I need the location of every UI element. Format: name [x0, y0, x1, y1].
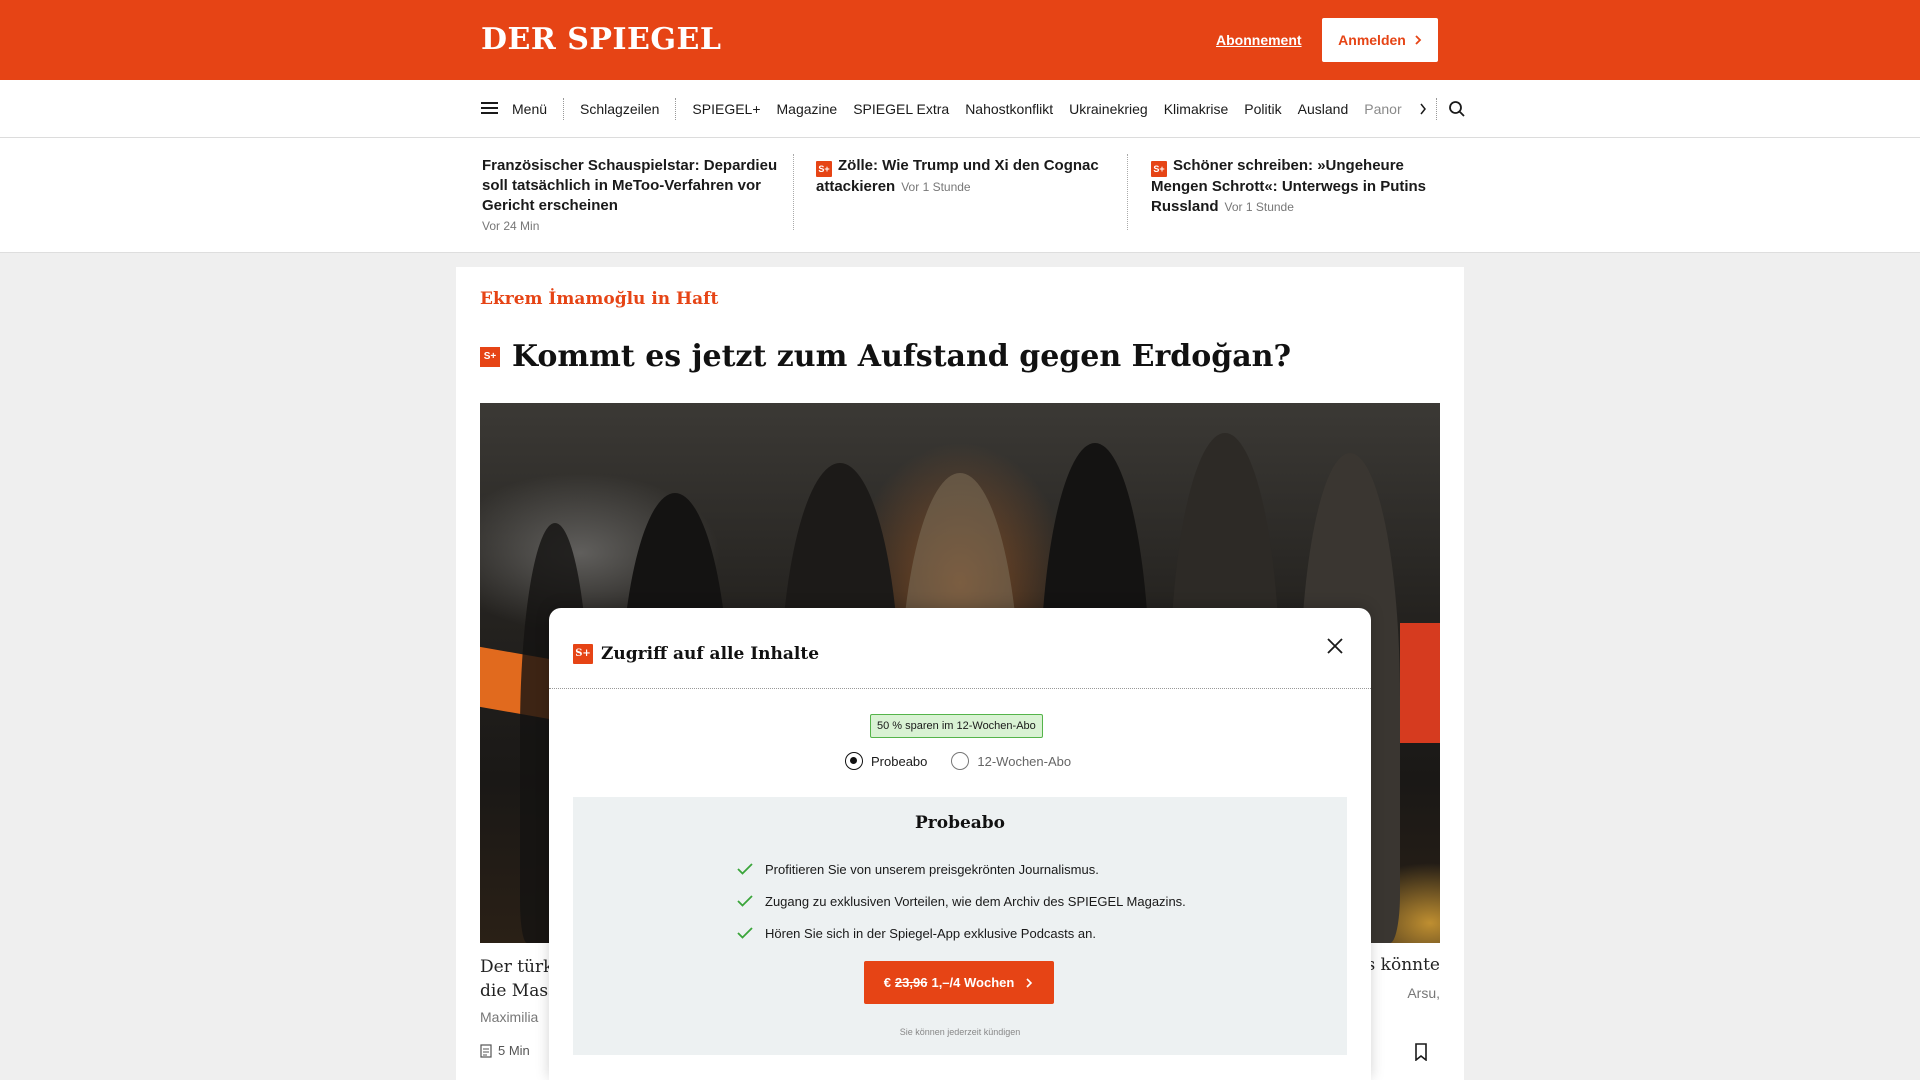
nav-item-nahostkonflikt[interactable]: Nahostkonflikt: [957, 101, 1061, 117]
search-button[interactable]: [1437, 100, 1477, 118]
nav-item-panorama[interactable]: Panor: [1356, 101, 1409, 117]
cancel-note: Sie können jederzeit kündigen: [899, 1027, 1021, 1037]
nav-item-magazine[interactable]: Magazine: [769, 101, 846, 117]
nav-item-schlagzeilen[interactable]: Schlagzeilen: [564, 101, 675, 117]
headline-item[interactable]: S+ Schöner schreiben: »Ungeheure Mengen S…: [1151, 156, 1451, 217]
close-button[interactable]: [1325, 636, 1345, 656]
nav-item-politik[interactable]: Politik: [1236, 101, 1289, 117]
article-author-right: Arsu,: [1407, 985, 1440, 1001]
article-headline-text: Kommt es jetzt zum Aufstand gegen Erdoğa…: [512, 339, 1292, 374]
spiegel-plus-icon: S+: [816, 161, 832, 177]
article-author: Maximilia: [480, 1009, 539, 1025]
radio-12-wochen-abo[interactable]: 12-Wochen-Abo: [951, 752, 1071, 770]
nav-item-ausland[interactable]: Ausland: [1290, 101, 1357, 117]
article-headline[interactable]: S+ Kommt es jetzt zum Aufstand gegen Erd…: [480, 339, 1291, 374]
check-icon: [737, 863, 753, 875]
spiegel-logo[interactable]: DER SPIEGEL: [481, 22, 721, 58]
spiegel-plus-icon: S+: [480, 346, 500, 367]
savings-badge: 50 % sparen im 12-Wochen-Abo: [870, 714, 1043, 738]
login-label: Anmelden: [1338, 32, 1406, 48]
main-nav: Menü Schlagzeilen SPIEGEL+ Magazine SPIE…: [0, 80, 1920, 138]
check-icon: [737, 895, 753, 907]
headline-time: Vor 1 Stunde: [901, 180, 971, 194]
offer-panel: Probeabo Profitieren Sie von unserem pre…: [573, 797, 1347, 1055]
chevron-right-icon: [1420, 103, 1426, 114]
headline-strip: Französischer Schauspielstar: Depardieu …: [0, 138, 1920, 253]
radio-probeabo[interactable]: Probeabo: [845, 752, 927, 770]
radio-label: 12-Wochen-Abo: [977, 753, 1072, 769]
modal-header: S+ Zugriff auf alle Inhalte: [549, 608, 1371, 689]
bookmark-icon: [1415, 1043, 1427, 1062]
menu-label: Menü: [512, 100, 548, 117]
benefit-item: Hören Sie sich in der Spiegel-App exklus…: [737, 917, 1186, 949]
nav-item-klimakrise[interactable]: Klimakrise: [1156, 101, 1237, 117]
headline-divider: [793, 154, 794, 230]
chevron-right-icon: [1415, 35, 1422, 45]
cta-new-price: 1,–/4 Wochen: [931, 975, 1015, 990]
headline-title: Französischer Schauspielstar: Depardieu …: [482, 157, 778, 214]
menu-button[interactable]: Menü: [481, 101, 563, 117]
benefit-item: Zugang zu exklusiven Vorteilen, wie dem …: [737, 885, 1186, 917]
offer-title: Probeabo: [914, 813, 1006, 833]
headline-time: Vor 1 Stunde: [1224, 200, 1294, 214]
headline-divider: [1127, 154, 1128, 230]
nav-scroll-right-button[interactable]: [1410, 103, 1436, 115]
spiegel-plus-icon: S+: [573, 644, 593, 664]
search-icon: [1448, 100, 1465, 117]
radio-unselected-icon: [951, 752, 970, 770]
article-icon: [480, 1043, 492, 1058]
benefit-list: Profitieren Sie von unserem preisgekrönt…: [737, 853, 1186, 949]
top-bar: DER SPIEGEL Abonnement Anmelden: [0, 0, 1920, 80]
spiegel-plus-icon: S+: [1151, 161, 1167, 177]
subscription-modal: S+ Zugriff auf alle Inhalte 50 % sparen …: [549, 608, 1371, 1080]
benefit-text: Hören Sie sich in der Spiegel-App exklus…: [765, 925, 1096, 941]
read-time: 5 Min: [480, 1043, 530, 1058]
headline-item[interactable]: S+ Zölle: Wie Trump und Xi den Cognac att…: [816, 156, 1116, 197]
benefit-item: Profitieren Sie von unserem preisgekrönt…: [737, 853, 1186, 885]
check-icon: [737, 927, 753, 939]
modal-title-text: Zugriff auf alle Inhalte: [601, 644, 820, 664]
chevron-right-icon: [1026, 977, 1033, 988]
modal-title: S+ Zugriff auf alle Inhalte: [573, 644, 819, 664]
lead-line-right: s könnte: [1366, 955, 1440, 975]
benefit-text: Zugang zu exklusiven Vorteilen, wie dem …: [765, 893, 1186, 909]
nav-item-spiegel-extra[interactable]: SPIEGEL Extra: [845, 101, 957, 117]
hamburger-icon: [481, 102, 498, 115]
bookmark-button[interactable]: [1414, 1043, 1428, 1066]
radio-selected-icon: [845, 752, 863, 770]
cta-currency: €: [883, 975, 891, 990]
nav-item-spiegel-plus[interactable]: SPIEGEL+: [676, 101, 768, 117]
cta-old-price: 23,96: [894, 975, 928, 990]
close-icon: [1327, 638, 1343, 654]
benefit-text: Profitieren Sie von unserem preisgekrönt…: [765, 861, 1099, 877]
login-button[interactable]: Anmelden: [1322, 18, 1438, 62]
nav-item-ukrainekrieg[interactable]: Ukrainekrieg: [1061, 101, 1156, 117]
article-kicker[interactable]: Ekrem İmamoğlu in Haft: [480, 289, 718, 309]
read-time-text: 5 Min: [498, 1043, 530, 1058]
subscription-link[interactable]: Abonnement: [1216, 30, 1302, 50]
headline-item[interactable]: Französischer Schauspielstar: Depardieu …: [482, 156, 782, 234]
headline-time: Vor 24 Min: [482, 219, 540, 233]
radio-label: Probeabo: [871, 753, 928, 769]
plan-selector: Probeabo 12-Wochen-Abo: [845, 752, 1071, 770]
subscribe-button[interactable]: € 23,96 1,–/4 Wochen: [864, 961, 1054, 1004]
